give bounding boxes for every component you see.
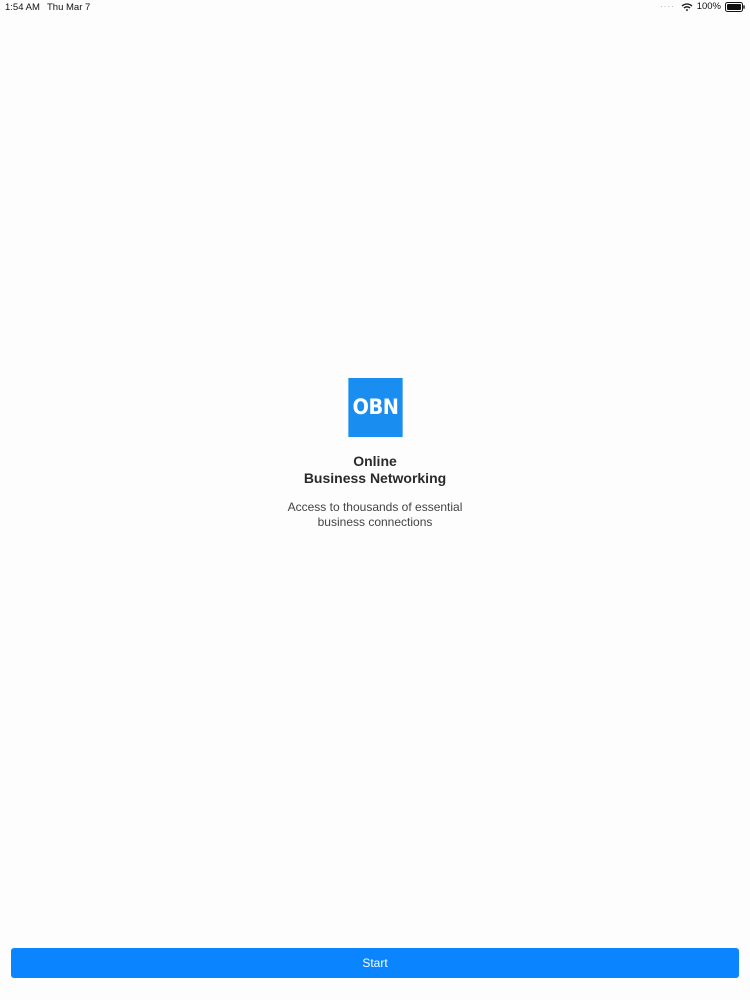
status-bar: 1:54 AM Thu Mar 7 ···· 100% <box>0 0 750 16</box>
status-time: 1:54 AM <box>5 2 40 13</box>
app-title: Online Business Networking <box>0 453 750 487</box>
splash-content: OBN Online Business Networking Access to… <box>0 378 750 530</box>
battery-percent: 100% <box>696 1 721 12</box>
app-tagline: Access to thousands of essential busines… <box>0 500 750 530</box>
tagline-line-1: Access to thousands of essential <box>287 500 463 514</box>
app-logo: OBN <box>347 378 403 437</box>
wifi-icon <box>681 2 693 11</box>
app-title-line-2: Business Networking <box>303 470 447 486</box>
status-indicators: ···· 100% <box>660 1 745 12</box>
signal-dots-icon: ···· <box>660 2 675 11</box>
status-date: Thu Mar 7 <box>47 2 91 13</box>
start-button[interactable]: Start <box>11 948 739 978</box>
tagline-line-2: business connections <box>317 515 433 529</box>
app-title-line-1: Online <box>353 453 397 469</box>
battery-icon <box>725 1 745 12</box>
